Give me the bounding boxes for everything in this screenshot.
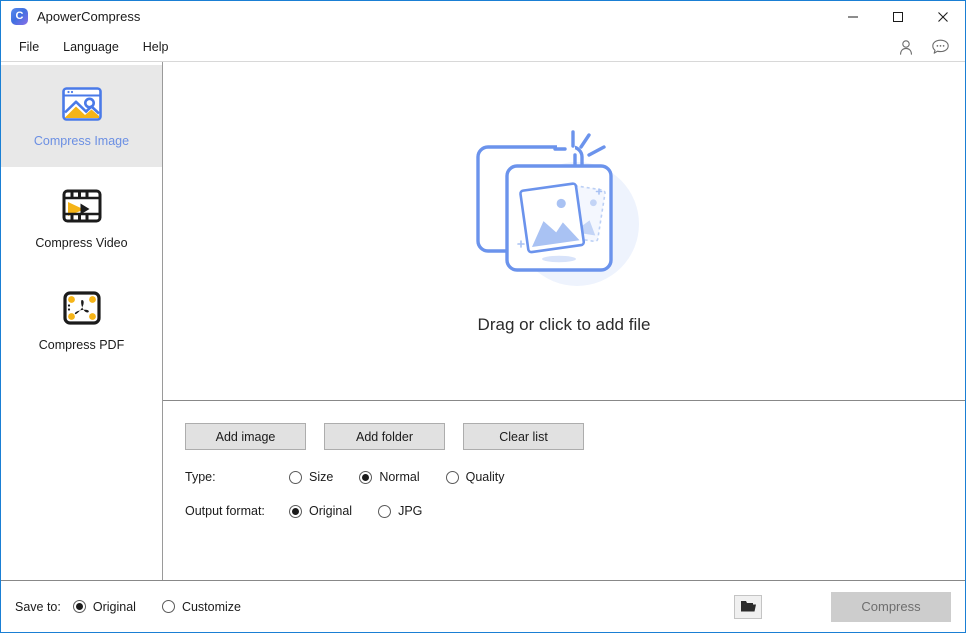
- radio-label: Normal: [379, 470, 419, 484]
- close-button[interactable]: [920, 1, 965, 32]
- video-icon: [60, 186, 104, 226]
- type-option-row: Type: Size Normal Quality: [185, 470, 965, 484]
- radio-mark: [446, 471, 459, 484]
- radio-format-jpg[interactable]: JPG: [378, 504, 422, 518]
- title-bar: C ApowerCompress: [1, 1, 965, 32]
- radio-mark: [289, 505, 302, 518]
- app-logo-glyph: C: [16, 11, 24, 22]
- sidebar: Compress Image: [1, 62, 163, 580]
- account-button[interactable]: [895, 36, 917, 58]
- menu-language[interactable]: Language: [54, 37, 128, 57]
- radio-mark: [162, 600, 175, 613]
- minimize-button[interactable]: [830, 1, 875, 32]
- radio-mark: [359, 471, 372, 484]
- header-icon-group: [895, 32, 951, 61]
- radio-label: Customize: [182, 600, 241, 614]
- sidebar-item-label: Compress Video: [35, 236, 127, 250]
- output-format-option-row: Output format: Original JPG: [185, 504, 965, 518]
- app-window: C ApowerCompress File: [0, 0, 966, 633]
- radio-format-original[interactable]: Original: [289, 504, 352, 518]
- bottom-right-group: Compress: [734, 592, 951, 622]
- clear-list-button[interactable]: Clear list: [463, 423, 584, 450]
- dropzone-label: Drag or click to add file: [478, 315, 651, 335]
- open-folder-button[interactable]: [734, 595, 762, 619]
- file-dropzone[interactable]: Drag or click to add file: [163, 62, 965, 401]
- sidebar-item-compress-image[interactable]: Compress Image: [1, 65, 162, 167]
- radio-saveto-customize[interactable]: Customize: [162, 600, 241, 614]
- radio-label: Quality: [466, 470, 505, 484]
- window-title: ApowerCompress: [37, 9, 140, 24]
- maximize-button[interactable]: [875, 1, 920, 32]
- sidebar-item-label: Compress Image: [34, 134, 129, 148]
- feedback-button[interactable]: [929, 36, 951, 58]
- feedback-icon: [931, 38, 950, 56]
- app-logo-icon: C: [11, 8, 28, 25]
- add-image-illustration: [469, 119, 659, 299]
- radio-type-size[interactable]: Size: [289, 470, 333, 484]
- main-panel: Drag or click to add file Add image Add …: [163, 62, 965, 580]
- radio-type-normal[interactable]: Normal: [359, 470, 419, 484]
- menu-bar: File Language Help: [1, 32, 965, 61]
- compress-button[interactable]: Compress: [831, 592, 951, 622]
- pdf-icon: [60, 288, 104, 328]
- sidebar-item-compress-pdf[interactable]: Compress PDF: [1, 269, 162, 371]
- sidebar-item-label: Compress PDF: [39, 338, 124, 352]
- options-panel: Add image Add folder Clear list Type: Si…: [163, 401, 965, 580]
- body-area: Compress Image: [1, 61, 965, 580]
- radio-type-quality[interactable]: Quality: [446, 470, 505, 484]
- save-to-label: Save to:: [15, 600, 61, 614]
- action-button-row: Add image Add folder Clear list: [185, 423, 965, 450]
- radio-label: JPG: [398, 504, 422, 518]
- open-folder-icon: [740, 599, 757, 614]
- close-icon: [937, 11, 949, 23]
- sidebar-item-compress-video[interactable]: Compress Video: [1, 167, 162, 269]
- radio-mark: [289, 471, 302, 484]
- menu-file[interactable]: File: [10, 37, 48, 57]
- radio-mark: [73, 600, 86, 613]
- output-format-label: Output format:: [185, 504, 289, 518]
- type-label: Type:: [185, 470, 289, 484]
- account-icon: [897, 38, 915, 56]
- image-icon: [60, 84, 104, 124]
- add-image-button[interactable]: Add image: [185, 423, 306, 450]
- minimize-icon: [847, 11, 859, 23]
- radio-label: Size: [309, 470, 333, 484]
- radio-saveto-original[interactable]: Original: [73, 600, 136, 614]
- radio-label: Original: [93, 600, 136, 614]
- radio-mark: [378, 505, 391, 518]
- window-controls: [830, 1, 965, 32]
- maximize-icon: [892, 11, 904, 23]
- menu-help[interactable]: Help: [134, 37, 178, 57]
- bottom-bar: Save to: Original Customize Compress: [1, 580, 965, 632]
- add-folder-button[interactable]: Add folder: [324, 423, 445, 450]
- radio-label: Original: [309, 504, 352, 518]
